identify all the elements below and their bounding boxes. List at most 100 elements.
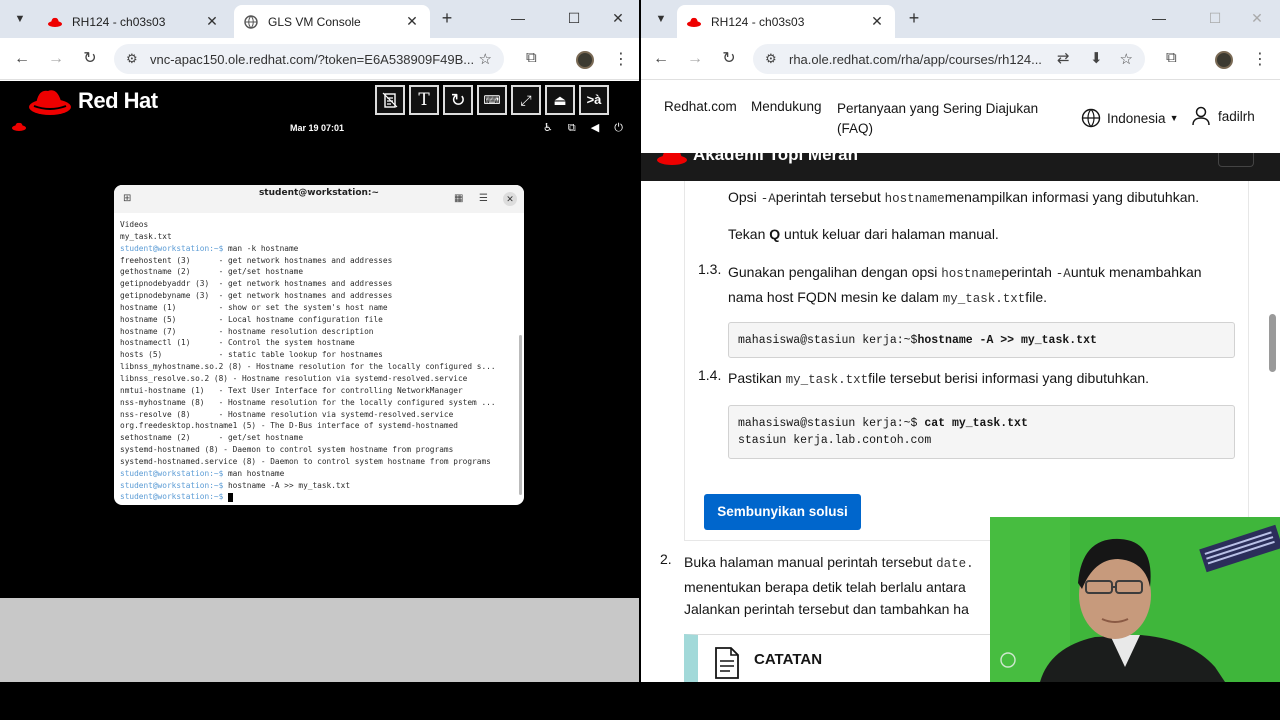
left-browser-window: ▼ RH124 - ch03s03 ✕ GLS VM Console ✕ + —… [0,0,639,682]
browser-menu-icon[interactable]: ⋮ [1252,49,1268,69]
back-button[interactable]: ← [651,49,671,69]
tab-close-icon[interactable]: ✕ [404,13,420,30]
paragraph-option-a: Opsi -Aperintah tersebut hostnamemenampi… [728,186,1238,211]
academy-brand[interactable]: Akademi Topi Merah [693,153,858,165]
extensions-icon[interactable]: ⧉ [526,49,537,66]
extensions-icon[interactable]: ⧉ [1166,49,1177,66]
text: Buka halaman manual perintah tersebut [684,554,937,570]
terminal-line: getipnodebyaddr (3) - get network hostna… [120,278,520,290]
nav-link-faq[interactable]: Pertanyaan yang Sering Diajukan (FAQ) [837,99,1038,139]
user-menu[interactable]: fadilrh [1192,106,1255,126]
tab-search-button[interactable]: ▼ [10,9,30,29]
site-info-icon[interactable]: ⚙ [765,51,777,67]
code-output: stasiun kerja.lab.contoh.com [738,434,932,447]
terminal-line: libnss_myhostname.so.2 (8) - Hostname re… [120,361,520,373]
terminal-window[interactable]: ⊞ student@workstation:~ ▦ ☰ ✕ Videos my_t… [114,185,524,505]
document-icon [715,647,739,679]
maximize-button[interactable]: ☐ [564,10,584,27]
caret-down-icon: ▼ [1169,113,1179,123]
tab-title: RH124 - ch03s03 [711,14,805,29]
hamburger-menu-button[interactable] [1218,153,1254,167]
terminal-line: hostname (7) - hostname resolution descr… [120,326,520,338]
grid-view-icon[interactable]: ▦ [454,193,463,204]
key-q: Q [769,226,781,242]
presenter-video-image [990,517,1280,682]
vnc-console[interactable]: Red Hat T ↻ ⌨ ⤢ ⏏ >à Mar 19 07:01 ♿ ⧉ ◀ … [0,81,639,598]
site-info-icon[interactable]: ⚙ [126,51,138,67]
profile-avatar[interactable] [1215,51,1233,69]
inline-code: hostname [941,267,1002,281]
back-button[interactable]: ← [12,49,32,69]
line-text: hostname (1) - show or set the system's … [120,302,388,312]
maximize-button[interactable]: ☐ [1205,10,1225,27]
tab-rh124[interactable]: RH124 - ch03s03 ✕ [38,5,230,38]
forward-button[interactable]: → [685,49,705,69]
step-number: 1.3. [698,261,722,277]
gnome-clock[interactable]: Mar 19 07:01 [290,123,344,133]
tab-rh124[interactable]: RH124 - ch03s03 ✕ [677,5,895,38]
shell-prompt: student@workstation:~$ [120,492,228,502]
line-text: getipnodebyaddr (3) - get network hostna… [120,279,393,289]
hide-solution-button[interactable]: Sembunyikan solusi [704,494,861,530]
terminal-output[interactable]: Videos my_task.txt student@workstation:~$ … [120,219,520,503]
text: Jalankan perintah tersebut dan tambahkan… [684,601,969,617]
new-tab-button[interactable]: + [437,8,457,29]
code-block-cat[interactable]: mahasiswa@stasiun kerja:~$ cat my_task.t… [728,405,1235,459]
forward-button[interactable]: → [46,49,66,69]
nav-link-support[interactable]: Mendukung [751,99,822,114]
reload-button[interactable]: ↻ [719,49,739,69]
clipboard-tool-button[interactable] [375,85,405,115]
reload-button[interactable]: ↻ [80,49,100,69]
text-tool-button[interactable]: T [409,85,439,115]
bookmark-star-icon[interactable]: ☆ [479,50,492,68]
code-block-hostname[interactable]: mahasiswa@stasiun kerja:~$hostname -A >>… [728,322,1235,358]
profile-avatar[interactable] [576,51,594,69]
install-app-icon[interactable]: ⬇ [1090,49,1103,67]
tab-title: RH124 - ch03s03 [72,14,166,29]
keyboard-tool-button[interactable]: ⌨ [477,85,507,115]
minimize-button[interactable]: — [508,10,528,26]
terminal-line: student@workstation:~$ [120,491,520,503]
hamburger-menu-icon[interactable]: ☰ [479,193,488,204]
terminal-line: hostname (1) - show or set the system's … [120,302,520,314]
tab-gls-vm-console[interactable]: GLS VM Console ✕ [234,5,430,38]
clipboard-icon [382,92,398,108]
terminal-line: getipnodebyname (3) - get network hostna… [120,290,520,302]
close-window-button[interactable]: ✕ [1247,10,1267,27]
nav-link-redhat[interactable]: Redhat.com [664,99,737,114]
minimize-button[interactable]: — [1149,10,1169,26]
text: menampilkan informasi yang dibutuhkan. [944,189,1200,205]
activities-hat-icon[interactable] [12,121,26,131]
step-number: 2. [660,551,672,567]
browser-menu-icon[interactable]: ⋮ [613,49,629,69]
address-bar[interactable]: ⚙ rha.ole.redhat.com/rha/app/courses/rh1… [753,44,1145,74]
line-text: hosts (5) - static table lookup for host… [120,350,383,360]
globe-favicon-icon [244,14,258,29]
tab-close-icon[interactable]: ✕ [204,13,220,30]
send-keys-button[interactable]: >à [579,85,609,115]
terminal-close-icon[interactable]: ✕ [503,192,517,206]
redhat-hat-icon [657,153,687,165]
page-scrollbar-thumb[interactable] [1269,314,1276,372]
terminal-scrollbar[interactable] [519,335,522,495]
terminal-line: student@workstation:~$ man hostname [120,468,520,480]
translate-icon[interactable]: ⇄ [1057,49,1070,67]
step-1-4-text: Pastikan my_task.txtfile tersebut berisi… [728,367,1238,392]
refresh-tool-button[interactable]: ↻ [443,85,473,115]
bookmark-star-icon[interactable]: ☆ [1120,50,1133,68]
close-window-button[interactable]: ✕ [608,10,628,27]
terminal-line: gethostname (2) - get/set hostname [120,266,520,278]
tab-search-button[interactable]: ▼ [651,9,671,29]
terminal-line: freehostent (3) - get network hostnames … [120,255,520,267]
gnome-status-icons[interactable]: ♿ ⧉ ◀ ⏻ [543,121,629,135]
vnc-background [0,598,639,682]
new-tab-button[interactable]: + [904,8,924,29]
inline-code: -A [760,192,776,206]
shell-prompt: student@workstation:~$ [120,243,228,253]
tab-close-icon[interactable]: ✕ [869,13,885,30]
person-tool-button[interactable]: ⏏ [545,85,575,115]
address-bar[interactable]: ⚙ vnc-apac150.ole.redhat.com/?token=E6A5… [114,44,504,74]
language-selector[interactable]: Indonesia ▼ [1081,108,1178,128]
fullscreen-off-button[interactable]: ⤢ [511,85,541,115]
line-text: freehostent (3) - get network hostnames … [120,255,393,265]
